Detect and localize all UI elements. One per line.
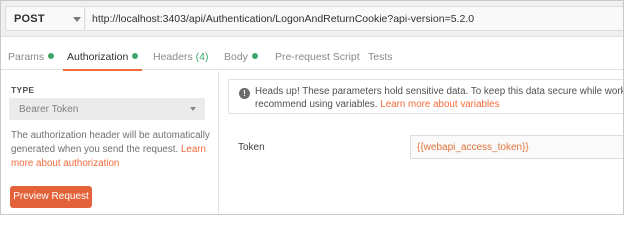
chevron-down-icon — [190, 107, 196, 111]
http-method-label: POST — [14, 13, 45, 25]
request-bar: POST http://localhost:3403/api/Authentic… — [1, 1, 623, 37]
status-dot-icon — [251, 53, 258, 59]
tab-count-badge: (4) — [195, 51, 209, 63]
learn-more-variables-link[interactable]: Learn more about variables — [380, 99, 499, 110]
token-input[interactable]: {{webapi_access_token}} — [410, 135, 623, 159]
url-input[interactable]: http://localhost:3403/api/Authentication… — [86, 6, 623, 31]
auth-type-value: Bearer Token — [19, 104, 79, 115]
tab-label: Headers — [153, 51, 193, 63]
auth-help-text: The authorization header will be automat… — [11, 129, 211, 171]
status-dot-icon — [48, 53, 55, 59]
tab-headers[interactable]: Headers (4) — [153, 44, 208, 70]
status-dot-icon — [132, 53, 139, 59]
tab-tests[interactable]: Tests — [368, 44, 393, 70]
info-icon: ! — [239, 88, 250, 99]
auth-type-select[interactable]: Bearer Token — [9, 98, 205, 120]
preview-request-button[interactable]: Preview Request — [10, 186, 92, 208]
sensitive-data-warning: ! Heads up! These parameters hold sensit… — [228, 79, 624, 114]
tab-pre-request-script[interactable]: Pre-request Script — [275, 44, 360, 70]
tab-params[interactable]: Params — [8, 44, 55, 70]
type-label: TYPE — [11, 85, 35, 95]
token-label: Token — [238, 142, 265, 153]
tab-label: Tests — [368, 51, 393, 63]
warning-text-line1: Heads up! These parameters hold sensitiv… — [255, 86, 624, 97]
auth-help-body: The authorization header will be automat… — [11, 130, 210, 155]
warning-text-line2: recommend using variables. Learn more ab… — [255, 99, 500, 110]
tab-authorization[interactable]: Authorization — [62, 44, 143, 71]
auth-type-panel: TYPE Bearer Token The authorization head… — [1, 71, 219, 214]
tab-body[interactable]: Body — [224, 44, 258, 70]
tab-label: Params — [8, 51, 45, 63]
chevron-down-icon — [73, 17, 81, 22]
postman-request-window: POST http://localhost:3403/api/Authentic… — [0, 0, 624, 215]
tab-label: Pre-request Script — [275, 51, 360, 63]
tab-label: Body — [224, 51, 248, 63]
http-method-select[interactable]: POST — [5, 6, 85, 31]
request-tabs: Params Authorization Headers (4) Body Pr… — [1, 44, 623, 71]
tab-label: Authorization — [67, 51, 129, 63]
warning-text-line2-body: recommend using variables. — [255, 99, 378, 110]
